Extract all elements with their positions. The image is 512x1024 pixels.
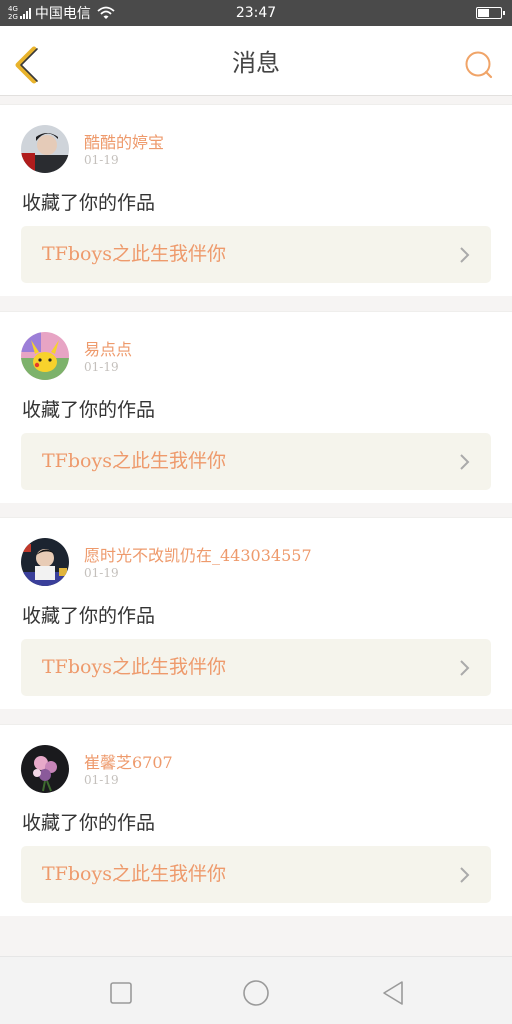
message-date: 01-19: [84, 773, 119, 788]
chevron-right-icon: [460, 660, 470, 677]
status-bar: 4G 2G 中国电信 23:47: [0, 0, 512, 26]
battery-level: [478, 9, 490, 17]
message-date: 01-19: [84, 359, 119, 374]
work-title: TFboys之此生我伴你: [42, 243, 226, 265]
search-icon[interactable]: [464, 50, 494, 80]
user-avatar[interactable]: [21, 538, 69, 587]
header: 消息: [0, 26, 512, 96]
page-title: 消息: [232, 49, 280, 77]
message-list: 酷酷的婷宝 01-19 收藏了你的作品 TFboys之此生我伴你 易点点 01-…: [0, 104, 512, 931]
username[interactable]: 酷酷的婷宝: [84, 129, 164, 153]
message-item: 崔馨芝6707 01-19 收藏了你的作品 TFboys之此生我伴你: [0, 724, 512, 917]
clock: 23:47: [235, 5, 277, 21]
action-text: 收藏了你的作品: [22, 192, 156, 214]
username[interactable]: 崔馨芝6707: [84, 749, 173, 773]
work-title: TFboys之此生我伴你: [42, 863, 226, 886]
message-date: 01-19: [84, 153, 119, 167]
triangle-back-icon[interactable]: [380, 979, 408, 1007]
chevron-right-icon: [460, 867, 470, 883]
circle-icon[interactable]: [242, 979, 270, 1007]
chevron-right-icon: [460, 453, 470, 470]
message-date: 01-19: [84, 566, 119, 581]
user-avatar[interactable]: [21, 125, 69, 173]
action-text: 收藏了你的作品: [22, 605, 156, 628]
user-avatar[interactable]: [21, 331, 69, 380]
action-text: 收藏了你的作品: [22, 812, 156, 835]
chevron-right-icon: [460, 247, 470, 263]
message-item: 愿时光不改凯仍在_443034557 01-19 收藏了你的作品 TFboys之…: [0, 517, 512, 710]
work-title: TFboys之此生我伴你: [42, 656, 226, 679]
system-nav-bar: [0, 956, 512, 1024]
work-title: TFboys之此生我伴你: [42, 449, 226, 472]
user-avatar[interactable]: [21, 745, 69, 794]
square-icon[interactable]: [107, 979, 135, 1007]
work-link[interactable]: TFboys之此生我伴你: [21, 846, 491, 904]
work-link[interactable]: TFboys之此生我伴你: [21, 432, 491, 490]
username[interactable]: 易点点: [84, 336, 132, 360]
message-item: 易点点 01-19 收藏了你的作品 TFboys之此生我伴你: [0, 310, 512, 503]
message-item: 酷酷的婷宝 01-19 收藏了你的作品 TFboys之此生我伴你: [0, 104, 512, 296]
work-link[interactable]: TFboys之此生我伴你: [21, 226, 491, 283]
work-link[interactable]: TFboys之此生我伴你: [21, 639, 491, 697]
battery-icon: [476, 7, 505, 19]
username[interactable]: 愿时光不改凯仍在_443034557: [84, 542, 312, 566]
action-text: 收藏了你的作品: [22, 398, 156, 421]
